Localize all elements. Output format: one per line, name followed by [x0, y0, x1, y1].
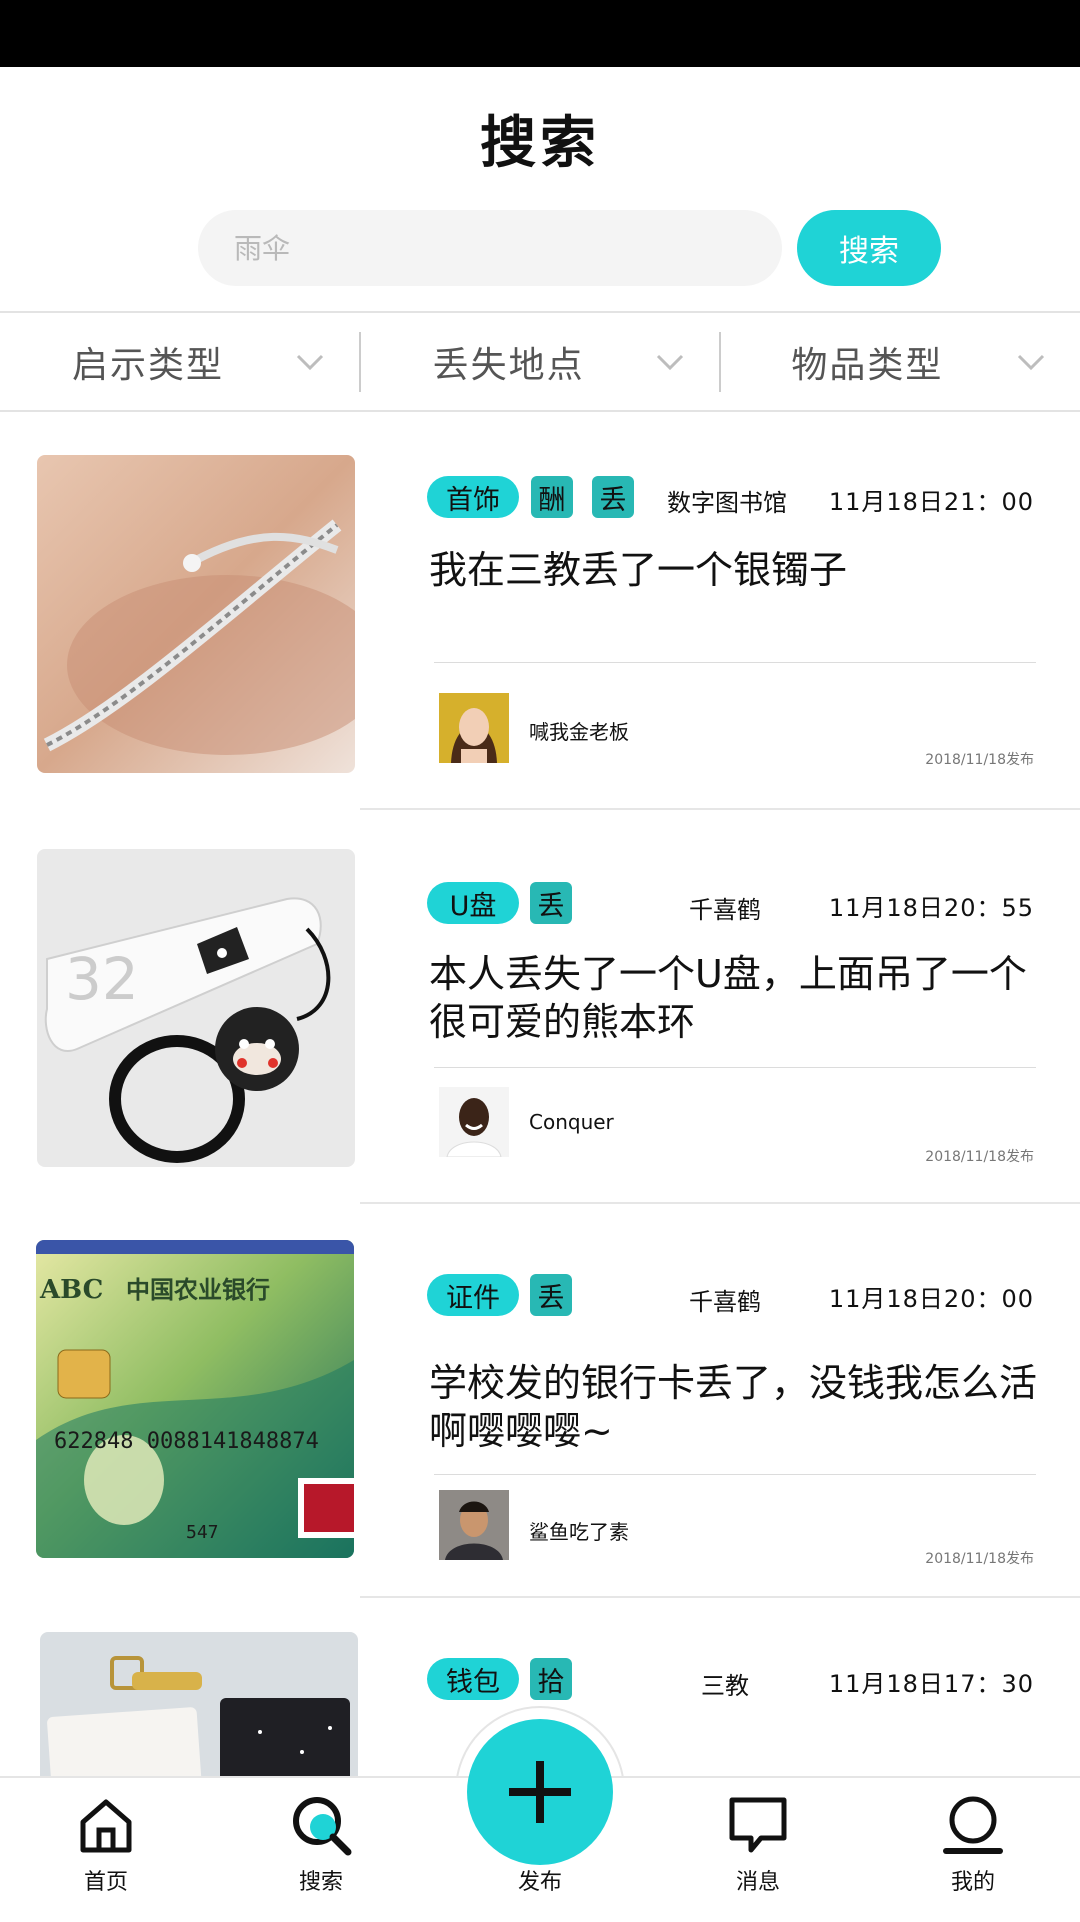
card-title: 学校发的银行卡丢了，没钱我怎么活啊嘤嘤嘤~ — [429, 1361, 1038, 1453]
filter-label: 丢失地点 — [432, 344, 585, 386]
lost-tag: 丢 — [592, 476, 634, 518]
avatar — [439, 1087, 509, 1157]
list-item[interactable]: ABC 中国农业银行 622848 0088141848874 547 证件 丢… — [0, 1204, 1080, 1598]
card-divider — [434, 1474, 1036, 1475]
filter-lost-location[interactable]: 丢失地点 — [361, 313, 720, 410]
status-bar — [0, 0, 1080, 67]
chevron-down-icon — [296, 354, 323, 371]
profile-icon — [943, 1796, 1003, 1854]
item-photo-bracelet — [37, 455, 355, 773]
filter-label: 启示类型 — [72, 344, 225, 386]
tab-search[interactable]: 搜索 — [266, 1794, 376, 1896]
username: 鲨鱼吃了素 — [529, 1520, 629, 1544]
publish-button[interactable] — [467, 1719, 613, 1865]
time-label: 11月18日17：30 — [828, 1670, 1034, 1698]
card-small-text: 547 — [186, 1522, 219, 1543]
bank-name-text: 中国农业银行 — [126, 1276, 270, 1304]
bank-abc-text: ABC — [39, 1275, 103, 1305]
time-label: 11月18日21：00 — [828, 488, 1034, 516]
filter-bar: 启示类型 丢失地点 物品类型 — [0, 311, 1080, 412]
list-item[interactable]: 32 U盘 丢 千喜鹤 11月18日20：55 本人丢失了一个U盘，上面吊了一个… — [0, 810, 1080, 1204]
time-label: 11月18日20：00 — [828, 1285, 1034, 1313]
username: 喊我金老板 — [529, 720, 629, 744]
post-date: 2018/11/18发布 — [925, 1149, 1034, 1165]
card-divider — [434, 1067, 1036, 1068]
list-item[interactable]: 首饰 酬 丢 数字图书馆 11月18日21：00 我在三教丢了一个银镯子 喊我金… — [0, 416, 1080, 810]
tab-publish-label: 发布 — [517, 1870, 562, 1895]
message-icon — [729, 1797, 787, 1853]
item-photo-wallet — [40, 1632, 358, 1776]
card-number-text: 622848 0088141848874 — [54, 1429, 319, 1454]
avatar — [439, 693, 509, 763]
card-title: 本人丢失了一个U盘，上面吊了一个很可爱的熊本环 — [429, 952, 1027, 1044]
reward-tag: 酬 — [531, 476, 573, 518]
item-photo-usb: 32 — [37, 849, 355, 1167]
post-date: 2018/11/18发布 — [925, 1551, 1034, 1567]
location-label: 数字图书馆 — [667, 489, 787, 517]
tab-messages-label: 消息 — [735, 1870, 780, 1895]
card-divider — [434, 662, 1036, 663]
tab-messages[interactable]: 消息 — [703, 1794, 813, 1896]
filter-item-type[interactable]: 物品类型 — [721, 313, 1080, 410]
lost-tag: 丢 — [530, 1274, 572, 1316]
avatar — [439, 1490, 509, 1560]
location-label: 千喜鹤 — [689, 896, 761, 924]
category-tag: 钱包 — [427, 1658, 519, 1700]
tab-home[interactable]: 首页 — [51, 1794, 161, 1896]
plus-icon — [509, 1761, 571, 1823]
svg-text:32: 32 — [65, 945, 139, 1013]
category-tag: U盘 — [427, 882, 519, 924]
category-tag: 首饰 — [427, 476, 519, 518]
location-label: 三教 — [701, 1672, 749, 1700]
username: Conquer — [529, 1110, 614, 1134]
filter-notice-type[interactable]: 启示类型 — [0, 313, 359, 410]
tab-publish[interactable]: 发布 — [485, 1860, 595, 1896]
category-tag: 证件 — [427, 1274, 519, 1316]
home-icon — [80, 1799, 132, 1853]
filter-label: 物品类型 — [791, 344, 944, 386]
search-icon — [293, 1797, 352, 1856]
found-tag: 拾 — [530, 1658, 572, 1700]
search-input[interactable] — [198, 210, 782, 286]
card-title: 我在三教丢了一个银镯子 — [429, 548, 848, 592]
item-photo-bank-card: ABC 中国农业银行 622848 0088141848874 547 — [36, 1240, 354, 1558]
tab-me[interactable]: 我的 — [918, 1794, 1028, 1896]
lost-tag: 丢 — [530, 882, 572, 924]
chevron-down-icon — [1017, 354, 1045, 371]
chevron-down-icon — [657, 354, 684, 371]
location-label: 千喜鹤 — [689, 1288, 761, 1316]
page-title: 搜索 — [480, 111, 600, 176]
post-date: 2018/11/18发布 — [925, 752, 1034, 768]
search-button[interactable]: 搜索 — [797, 210, 941, 286]
tab-home-label: 首页 — [83, 1870, 128, 1895]
time-label: 11月18日20：55 — [828, 894, 1034, 922]
tab-me-label: 我的 — [950, 1870, 995, 1895]
tab-search-label: 搜索 — [298, 1870, 343, 1895]
